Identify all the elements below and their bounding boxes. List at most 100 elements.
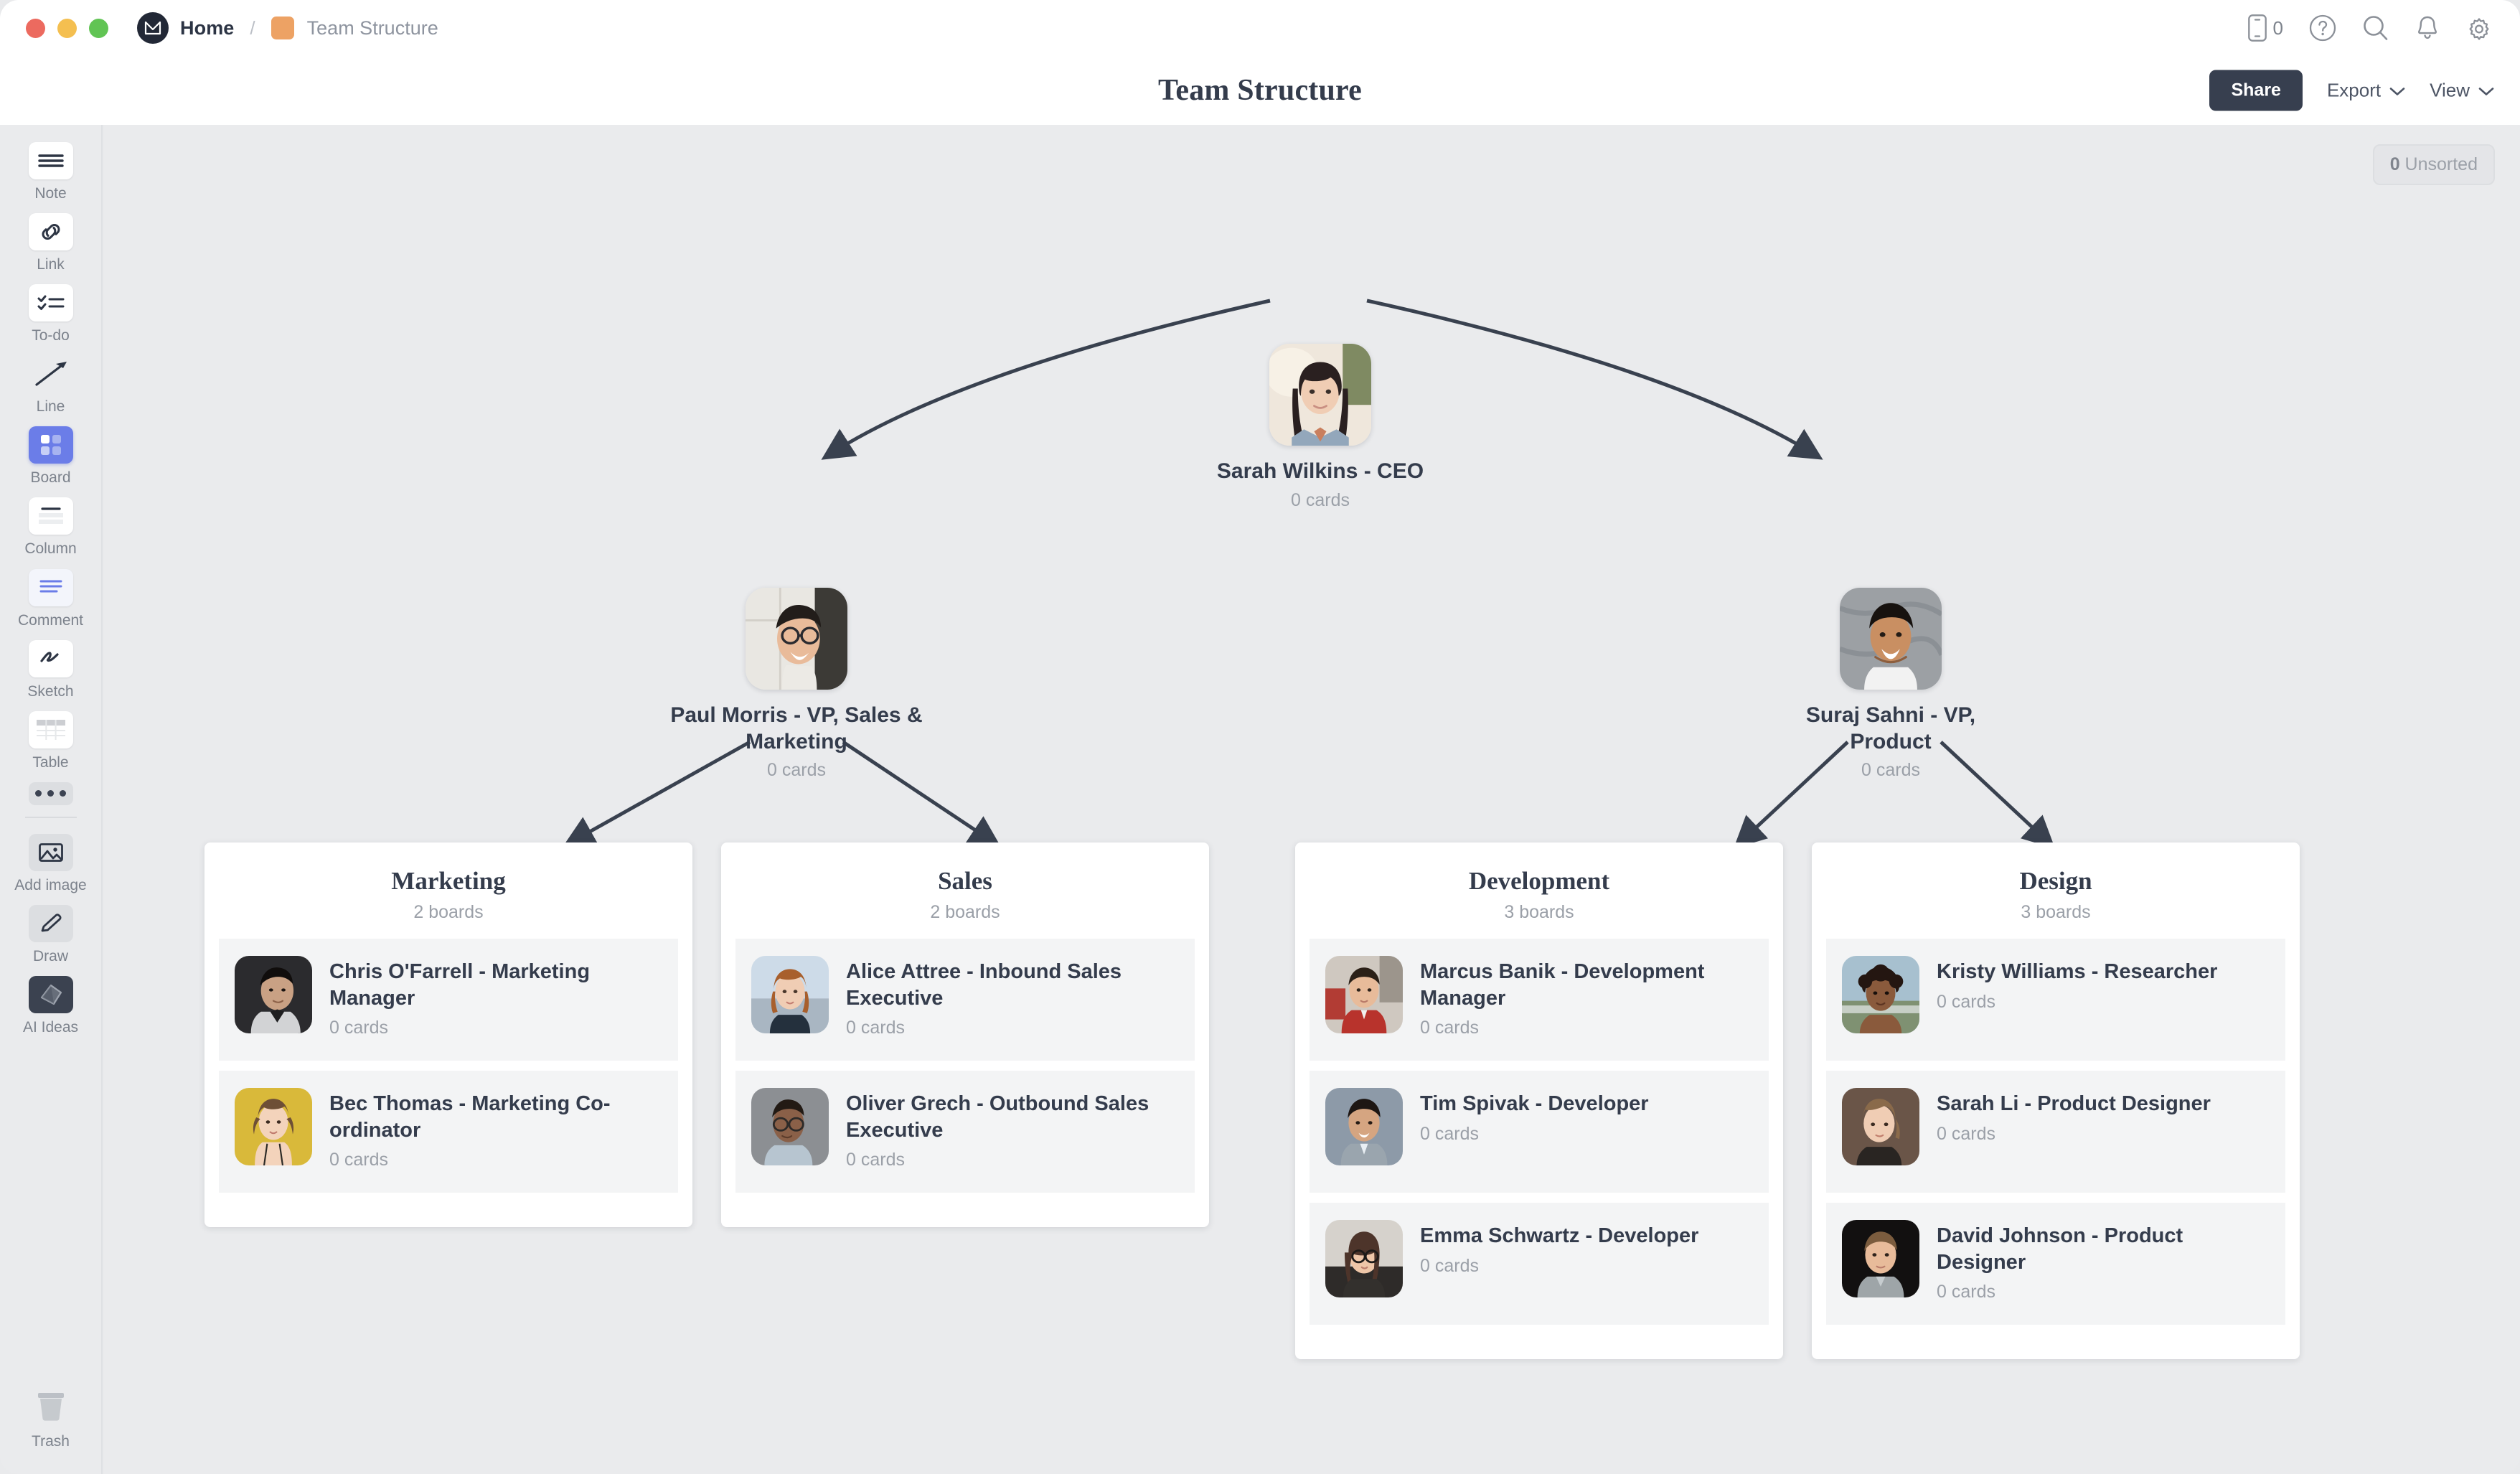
close-window-button[interactable] [26,18,45,38]
board-card[interactable]: Oliver Grech - Outbound Sales Executive … [735,1071,1195,1193]
board-card-name: David Johnson - Product Designer [1937,1224,2183,1274]
avatar [1325,1220,1403,1297]
app-logo-icon[interactable] [137,12,169,44]
search-icon[interactable] [2362,14,2389,42]
org-node-vp-sales-marketing[interactable]: Paul Morris - VP, Sales & Marketing 0 ca… [664,588,929,781]
avatar [1325,956,1403,1033]
board-card[interactable]: David Johnson - Product Designer 0 cards [1826,1203,2285,1325]
app-window: Home / Team Structure 0 Team Structure S… [0,0,2520,1474]
board-card[interactable]: Kristy Williams - Researcher 0 cards [1826,939,2285,1061]
chevron-down-icon [2478,80,2494,102]
board-card-name: Bec Thomas - Marketing Co-ordinator [329,1092,611,1142]
sidebar-item-add-image[interactable]: Add image [0,833,102,893]
sidebar-item-note[interactable]: Note [0,142,102,202]
board-card-count: 0 cards [846,1150,905,1170]
pencil-icon [28,904,73,942]
sidebar-item-comment[interactable]: Comment [0,568,102,629]
more-options-icon[interactable] [28,781,73,805]
breadcrumb: Home / Team Structure [180,17,438,39]
board-card[interactable]: Chris O'Farrell - Marketing Manager 0 ca… [219,939,678,1061]
unsorted-chip[interactable]: 0 Unsorted [2372,144,2495,185]
board-card[interactable]: Alice Attree - Inbound Sales Executive 0… [735,939,1195,1061]
window-controls [26,18,108,38]
tool-sidebar: Note Link To-do Line Board Column Commen… [0,125,103,1474]
sidebar-item-trash[interactable]: Trash [32,1389,70,1450]
board-card[interactable]: Sarah Li - Product Designer 0 cards [1826,1071,2285,1193]
org-node-name: Suraj Sahni - VP, Product [1805,703,1976,754]
sidebar-item-link[interactable]: Link [0,213,102,273]
board-card[interactable]: Bec Thomas - Marketing Co-ordinator 0 ca… [219,1071,678,1193]
mobile-card-icon[interactable]: 0 [2247,14,2283,42]
sidebar-divider [24,816,77,818]
board-card[interactable]: Emma Schwartz - Developer 0 cards [1310,1203,1769,1325]
titlebar-actions: 0 [2247,14,2493,42]
unsorted-count: 0 [2389,154,2400,174]
board-card[interactable]: Marcus Banik - Development Manager 0 car… [1310,939,1769,1061]
board-subtitle: 3 boards [2021,902,2091,922]
board-title: Sales [938,867,992,895]
link-icon [28,213,73,251]
board-card-count: 0 cards [1420,1123,1479,1144]
sidebar-item-label: Draw [32,947,68,964]
chevron-down-icon [2389,80,2405,102]
breadcrumb-home[interactable]: Home [180,17,234,39]
sidebar-item-label: Link [37,256,65,273]
sidebar-item-label: Table [32,754,69,771]
board-header: Development 3 boards [1295,842,1783,939]
unsorted-label: Unsorted [2404,154,2478,174]
view-menu-button[interactable]: View [2430,80,2494,102]
help-icon[interactable] [2309,14,2336,42]
org-node-ceo[interactable]: Sarah Wilkins - CEO 0 cards [1213,344,1428,511]
avatar [1325,1088,1403,1165]
sidebar-item-label: AI Ideas [22,1019,79,1036]
sidebar-item-board[interactable]: Board [0,426,102,486]
page-header: Team Structure Share Export View [0,56,2520,125]
board-card-name: Oliver Grech - Outbound Sales Executive [846,1092,1149,1142]
board-column-marketing[interactable]: Marketing 2 boards Chris O'Farrell - Mar… [204,842,692,1227]
bell-icon[interactable] [2415,14,2440,42]
board-card[interactable]: Tim Spivak - Developer 0 cards [1310,1071,1769,1193]
board-card-name: Chris O'Farrell - Marketing Manager [329,960,591,1010]
sidebar-item-table[interactable]: Table [0,710,102,771]
board-card-count: 0 cards [329,1150,388,1170]
board-title: Development [1468,867,1610,895]
sidebar-item-ai-ideas[interactable]: AI Ideas [0,976,102,1036]
share-button[interactable]: Share [2209,70,2303,111]
sidebar-item-label: Sketch [27,682,74,700]
avatar [1269,344,1371,446]
board-card-count: 0 cards [846,1018,905,1038]
view-menu-label: View [2430,79,2470,101]
minimize-window-button[interactable] [57,18,77,38]
org-node-cards: 0 cards [1861,760,1920,781]
board-header: Sales 2 boards [721,842,1209,939]
board-column-design[interactable]: Design 3 boards Kristy Williams - Resear… [1812,842,2300,1359]
org-node-vp-product[interactable]: Suraj Sahni - VP, Product 0 cards [1779,588,2002,781]
gear-icon[interactable] [2465,14,2493,42]
board-card-name: Alice Attree - Inbound Sales Executive [846,960,1122,1010]
org-node-name: Paul Morris - VP, Sales & Marketing [670,703,923,754]
board-icon [28,426,73,464]
board-column-development[interactable]: Development 3 boards Marcus Banik - Deve… [1295,842,1783,1359]
sidebar-item-draw[interactable]: Draw [0,904,102,964]
avatar [235,956,312,1033]
header-actions: Share Export View [2209,70,2494,111]
note-icon [28,142,73,179]
sidebar-item-line[interactable]: Line [0,355,102,415]
sidebar-item-label: Add image [14,876,87,893]
board-column-sales[interactable]: Sales 2 boards Alice Attree - Inbound Sa… [721,842,1209,1227]
sidebar-item-todo[interactable]: To-do [0,284,102,344]
sidebar-item-sketch[interactable]: Sketch [0,639,102,700]
maximize-window-button[interactable] [89,18,108,38]
board-subtitle: 2 boards [930,902,1000,922]
sidebar-item-label: Comment [17,611,84,629]
board-card-count: 0 cards [1420,1018,1479,1038]
breadcrumb-document[interactable]: Team Structure [307,17,438,39]
todo-icon [28,284,73,322]
board-title: Design [2019,867,2092,895]
board-card-name: Tim Spivak - Developer [1420,1092,1649,1115]
board-canvas[interactable]: 0 Unsorted Sarah Wilkins - CEO 0 cards P… [104,125,2520,1474]
avatar [751,1088,829,1165]
export-menu-button[interactable]: Export [2327,80,2405,102]
avatar [1842,1088,1919,1165]
sidebar-item-column[interactable]: Column [0,497,102,557]
